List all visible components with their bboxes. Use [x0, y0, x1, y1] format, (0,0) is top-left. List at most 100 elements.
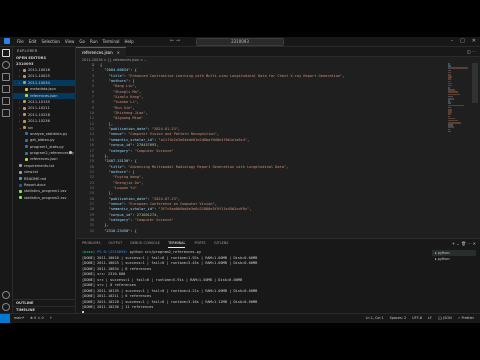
terminal-instance[interactable]: ▸ python [432, 256, 476, 262]
file-icon [25, 132, 28, 136]
tree-item-label: program2_references.py [30, 151, 75, 156]
command-center[interactable]: 2310093 [196, 38, 284, 46]
code-token: "semantic_scholar_id" [108, 207, 155, 212]
status-item[interactable]: ✓ Prettier [458, 316, 474, 320]
status-item[interactable]: ⚡ [50, 316, 52, 320]
tree-item-label: statistics_program1.csv [24, 189, 67, 194]
menu-run[interactable]: Run [90, 39, 98, 44]
close-icon[interactable]: ✕ [472, 38, 476, 44]
minimize-icon[interactable]: – [451, 38, 454, 44]
remote-explorer-icon[interactable] [0, 107, 12, 119]
tree-item-label: 2011-10228 [28, 112, 50, 117]
code-token: "2310.23458" [104, 228, 131, 233]
status-item[interactable]: UTF-8 [412, 316, 422, 320]
code-token: , [145, 111, 148, 116]
code-token: "Computer Vision and Pattern Recognition… [128, 132, 217, 137]
panel-tab-debug-console[interactable]: DEBUG CONSOLE [130, 239, 160, 248]
window-controls: – □ ✕ [451, 38, 476, 44]
file-icon [19, 177, 22, 181]
panel-tab-terminal[interactable]: TERMINAL [168, 239, 186, 248]
menu-help[interactable]: Help [125, 39, 134, 44]
menu-bar: File Edit Selection View Go Run Terminal Help [17, 39, 134, 44]
code-token: "Kun Xie" [112, 105, 133, 110]
status-item[interactable]: main* [14, 316, 24, 320]
code-token: , [141, 175, 144, 180]
code-token: "2024-07-23" [151, 196, 178, 201]
code-token: "Kang Liu" [112, 84, 135, 89]
run-debug-icon[interactable] [0, 83, 12, 95]
code-token: }, [100, 223, 109, 228]
file-icon [25, 157, 28, 161]
tree-item-label: metadata.json [30, 87, 56, 92]
terminal-list: ▸ python ▸ python [432, 250, 476, 262]
tree-item-label: Report.docx [24, 183, 46, 188]
code-token: ], [100, 191, 113, 196]
gear-icon[interactable] [0, 301, 12, 313]
panel-tab-ports[interactable]: PORTS [195, 239, 206, 248]
panel-tab-output[interactable]: OUTPUT [108, 239, 122, 248]
code-token: , [177, 127, 181, 132]
close-tab-icon[interactable]: ✕ [117, 50, 120, 55]
search-icon[interactable] [0, 59, 12, 71]
outline-section[interactable]: OUTLINE [13, 299, 75, 306]
panel-controls[interactable]: + ⌄ 🗑 ⋯ ✕ [452, 241, 476, 246]
code-token: "category" [108, 217, 131, 222]
menu-edit[interactable]: Edit [29, 39, 37, 44]
source-control-icon[interactable] [0, 71, 12, 83]
status-item[interactable]: {} JSON [438, 316, 452, 320]
menu-file[interactable]: File [17, 39, 24, 44]
folder-icon [23, 74, 26, 78]
extensions-icon[interactable] [0, 95, 12, 107]
status-item[interactable]: Ln 1, Col 1 [366, 316, 384, 320]
tab-references-json[interactable]: references.json ✕ [76, 47, 126, 57]
remote-indicator-icon[interactable] [0, 314, 10, 323]
tree-item-label: requirements.txt [24, 163, 55, 168]
code-token: : { [130, 159, 137, 164]
editor-area: references.json ✕ ◫ ⋯ 2011-10034 > {} ref… [76, 47, 480, 237]
code-token: "venue" [108, 132, 124, 137]
status-item[interactable]: ⊗ 0 ⚠ 0 [30, 316, 43, 320]
file-icon [19, 170, 22, 174]
minimap-line [448, 67, 469, 69]
panel-tab-problems[interactable]: PROBLEMS [82, 239, 101, 248]
code-token: "publication_date" [108, 127, 148, 132]
explorer-icon[interactable] [0, 47, 12, 59]
tree-item-label: README.md [24, 176, 47, 181]
status-item[interactable]: Spaces: 2 [390, 316, 406, 320]
code-token: "Fuying Wang" [112, 175, 142, 180]
code-token: "authors" [108, 169, 129, 174]
tree-item-label: 2011-10016 [28, 68, 50, 72]
nav-arrows[interactable]: ← → [170, 38, 180, 44]
editor-actions[interactable]: ◫ ⋯ [467, 49, 476, 54]
tree-item[interactable]: statistics_program2.csv [13, 195, 75, 201]
editor-scrollbar[interactable] [472, 63, 478, 103]
menu-go[interactable]: Go [79, 39, 85, 44]
bottom-panel: PROBLEMS OUTPUT DEBUG CONSOLE TERMINAL PORTS… [76, 238, 480, 316]
status-item[interactable]: LF [428, 316, 432, 320]
panel-tab-gitlens[interactable]: GITLENS [214, 239, 228, 248]
terminal-output[interactable]: (base) PS D:\2310093> python src/program… [82, 250, 402, 316]
account-icon[interactable] [0, 289, 12, 301]
timeline-section[interactable]: TIMELINE [13, 306, 75, 313]
menu-view[interactable]: View [65, 39, 75, 44]
code-view[interactable]: 1{2 "2004-00034": {3 "title": "Enhanced … [76, 63, 446, 237]
code-token: "Computer Science" [134, 217, 174, 222]
folder-icon [23, 119, 26, 123]
minimap[interactable] [448, 63, 470, 183]
code-token: , [214, 201, 217, 206]
menu-selection[interactable]: Selection [41, 39, 59, 44]
tree-item-label: 2011-10025 [28, 74, 50, 79]
maximize-icon[interactable]: □ [460, 38, 465, 44]
menu-terminal[interactable]: Terminal [103, 39, 120, 44]
